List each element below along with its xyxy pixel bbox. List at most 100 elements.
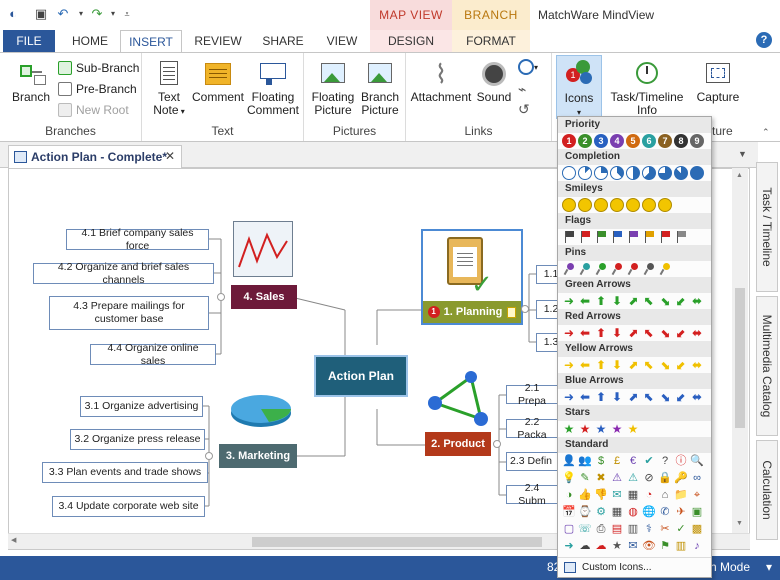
child-4-3[interactable]: 4.3 Prepare mailings for customer base [49, 296, 209, 330]
tab-review[interactable]: REVIEW [188, 30, 248, 52]
completion-2-icon[interactable] [594, 166, 608, 180]
standard-icon[interactable]: ◔ [642, 488, 656, 502]
smiley-icon[interactable] [626, 198, 640, 212]
standard-icon[interactable]: ▩ [690, 522, 704, 536]
capture-button[interactable]: Capture [692, 59, 744, 104]
standard-icon[interactable]: ✂ [658, 522, 672, 536]
yellow-arrow-icon[interactable]: ⬆ [594, 358, 608, 372]
standard-icon[interactable]: ✆ [658, 505, 672, 519]
completion-8-icon[interactable] [690, 166, 704, 180]
star-icon[interactable]: ★ [578, 422, 592, 436]
yellow-arrow-icon[interactable]: ⬇ [610, 358, 624, 372]
completion-5-icon[interactable] [642, 166, 656, 180]
standard-icon[interactable]: 💡 [562, 471, 576, 485]
red-arrow-icon[interactable]: ⬊ [658, 326, 672, 340]
blue-arrow-icon[interactable]: ⬅ [578, 390, 592, 404]
text-note-button[interactable]: Text Note ▾ [148, 59, 190, 118]
comment-button[interactable]: Comment [192, 59, 244, 104]
completion-1-icon[interactable] [578, 166, 592, 180]
help-icon[interactable]: ? [756, 32, 772, 48]
flag-icon[interactable] [642, 230, 656, 244]
standard-icon[interactable]: ⚑ [658, 539, 672, 553]
star-icon[interactable]: ★ [594, 422, 608, 436]
attachment-button[interactable]: ⌇ Attachment [408, 59, 474, 104]
pin-icon[interactable] [610, 262, 624, 276]
pin-icon[interactable] [626, 262, 640, 276]
expand-knob[interactable] [217, 293, 225, 301]
blue-arrow-icon[interactable]: ➜ [562, 390, 576, 404]
child-4-1[interactable]: 4.1 Brief company sales force [66, 227, 209, 252]
tab-file[interactable]: FILE [3, 30, 55, 52]
standard-icon[interactable]: ⌚ [578, 505, 592, 519]
standard-icon[interactable]: ▢ [562, 522, 576, 536]
relationship-icon[interactable]: ↺ [518, 101, 530, 118]
standard-icon[interactable]: 👎 [594, 488, 608, 502]
smiley-icon[interactable] [594, 198, 608, 212]
pin-icon[interactable] [578, 262, 592, 276]
yellow-arrow-icon[interactable]: ⬉ [642, 358, 656, 372]
standard-icon[interactable]: ⚠ [626, 471, 640, 485]
red-arrow-icon[interactable]: ⬆ [594, 326, 608, 340]
standard-icon[interactable]: ⚕ [642, 522, 656, 536]
child-2-3[interactable]: 2.3 Defin [506, 452, 558, 471]
child-3-3[interactable]: 3.3 Plan events and trade shows [42, 462, 208, 483]
branch-sales[interactable]: 4. Sales [231, 285, 297, 309]
yellow-arrow-icon[interactable]: ⬈ [626, 358, 640, 372]
standard-icon[interactable]: ✉ [626, 539, 640, 553]
child-4-4[interactable]: 4.4 Organize online sales [90, 342, 216, 367]
flag-icon[interactable] [562, 230, 576, 244]
task-timeline-info-button[interactable]: Task/Timeline Info [610, 59, 684, 117]
flag-icon[interactable] [674, 230, 688, 244]
standard-icon[interactable]: ☁ [594, 539, 608, 553]
standard-icon[interactable]: 🌐 [642, 505, 656, 519]
standard-icon[interactable]: ◍ [626, 505, 640, 519]
blue-arrow-icon[interactable]: ⬋ [674, 390, 688, 404]
priority-5-icon[interactable]: 5 [626, 134, 640, 148]
standard-icon[interactable]: 👤 [562, 454, 576, 468]
child-2-4[interactable]: 2.4 Subm [506, 482, 558, 507]
green-arrow-icon[interactable]: ⬋ [674, 294, 688, 308]
customize-toolbar-icon[interactable]: ⩡ [118, 5, 136, 23]
standard-icon[interactable]: ⌖ [690, 488, 704, 502]
priority-1-icon[interactable]: 1 [562, 134, 576, 148]
green-arrow-icon[interactable]: ⬅ [578, 294, 592, 308]
star-icon[interactable]: ★ [610, 422, 624, 436]
tab-insert[interactable]: INSERT [120, 30, 182, 53]
completion-6-icon[interactable] [658, 166, 672, 180]
child-3-2[interactable]: 3.2 Organize press release [70, 429, 205, 450]
standard-icon[interactable]: ◑ [562, 488, 576, 502]
completion-0-icon[interactable] [562, 166, 576, 180]
red-arrow-icon[interactable]: ⬇ [610, 326, 624, 340]
smiley-icon[interactable] [658, 198, 672, 212]
standard-icon[interactable]: ▦ [626, 488, 640, 502]
standard-icon[interactable]: ⎙ [594, 522, 608, 536]
branch-marketing[interactable]: 3. Marketing [219, 444, 297, 468]
standard-icon[interactable]: 📅 [562, 505, 576, 519]
new-root-button[interactable]: New Root [58, 101, 129, 119]
branch-picture-button[interactable]: Branch Picture [358, 59, 402, 117]
scroll-left-icon[interactable]: ◀ [11, 536, 16, 544]
green-arrow-icon[interactable]: ➜ [562, 294, 576, 308]
standard-icon[interactable]: ✓ [674, 522, 688, 536]
pin-icon[interactable] [562, 262, 576, 276]
standard-icon[interactable]: ⚠ [610, 471, 624, 485]
standard-icon[interactable]: $ [594, 454, 608, 468]
custom-icons-item[interactable]: Custom Icons... [558, 557, 711, 577]
tab-design[interactable]: DESIGN [370, 30, 452, 52]
standard-icon[interactable]: 🔒 [658, 471, 672, 485]
smiley-icon[interactable] [562, 198, 576, 212]
side-tab-task-timeline[interactable]: Task / Timeline [756, 162, 778, 292]
yellow-arrow-icon[interactable]: ⬊ [658, 358, 672, 372]
standard-icon[interactable]: ✎ [578, 471, 592, 485]
standard-icon[interactable]: 👁 [642, 539, 656, 553]
scroll-down-icon[interactable]: ▼ [736, 520, 743, 527]
standard-icon[interactable]: ? [658, 454, 672, 468]
standard-icon[interactable]: ➜ [562, 539, 576, 553]
completion-3-icon[interactable] [610, 166, 624, 180]
side-tab-multimedia-catalog[interactable]: Multimedia Catalog [756, 296, 778, 436]
yellow-arrow-icon[interactable]: ➜ [562, 358, 576, 372]
red-arrow-icon[interactable]: ⬋ [674, 326, 688, 340]
tab-list-dropdown-icon[interactable]: ▼ [738, 149, 747, 159]
red-arrow-icon[interactable]: ➜ [562, 326, 576, 340]
standard-icon[interactable]: € [626, 454, 640, 468]
